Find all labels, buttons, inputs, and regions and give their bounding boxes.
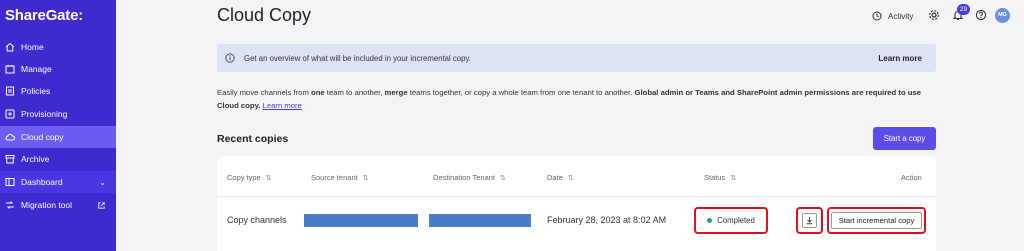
column-header-action: Action <box>901 173 922 182</box>
cloud-icon <box>5 133 15 141</box>
column-label: Date <box>547 173 563 182</box>
chevron-down-icon: ⌄ <box>99 177 106 187</box>
clock-icon <box>872 11 882 21</box>
sidebar-item-cloud-copy[interactable]: Cloud copy <box>0 126 116 148</box>
desc-text: Easily move channels from <box>217 88 311 97</box>
sort-icon: ⇅ <box>265 175 272 182</box>
sidebar-item-label: Dashboard <box>21 177 63 187</box>
start-incremental-copy-wrapper: Start incremental copy <box>827 207 926 234</box>
column-header-source-tenant[interactable]: Source tenant ⇅ <box>311 173 369 182</box>
sidebar-item-label: Provisioning <box>21 109 68 119</box>
sidebar-item-label: Migration tool <box>21 200 73 210</box>
status-label: Completed <box>717 216 755 225</box>
sidebar-item-label: Archive <box>21 154 50 164</box>
provisioning-icon <box>5 109 15 119</box>
sidebar-item-migration-tool[interactable]: Migration tool <box>0 194 116 216</box>
sidebar-item-home[interactable]: Home <box>0 36 116 58</box>
sidebar-item-dashboard[interactable]: Dashboard ⌄ <box>0 171 116 193</box>
cell-copy-type: Copy channels <box>227 215 287 225</box>
status-badge: Completed <box>694 207 768 234</box>
redacted-destination-tenant <box>429 214 531 227</box>
desc-bold: one <box>311 88 325 97</box>
sidebar-item-provisioning[interactable]: Provisioning <box>0 103 116 125</box>
sidebar-item-manage[interactable]: Manage <box>0 58 116 80</box>
sort-icon: ⇅ <box>500 175 506 182</box>
cell-date: February 28, 2023 at 8:02 AM <box>547 215 667 225</box>
sort-icon: ⇅ <box>362 175 369 182</box>
activity-label: Activity <box>888 11 914 21</box>
section-title: Recent copies <box>217 133 289 145</box>
column-label: Action <box>901 173 922 182</box>
column-label: Destination Tenant <box>433 173 495 182</box>
desc-text: team to another, <box>324 88 385 97</box>
help-icon[interactable] <box>975 9 987 21</box>
external-link-icon <box>98 201 105 209</box>
sidebar-item-label: Manage <box>21 64 52 74</box>
banner-learn-more-link[interactable]: Learn more <box>878 54 922 63</box>
column-header-status[interactable]: Status ⇅ <box>704 173 736 182</box>
divider <box>217 196 936 197</box>
info-banner: Get an overview of what will be included… <box>217 44 936 72</box>
activity-button[interactable]: Activity <box>872 8 913 24</box>
download-button-frame <box>802 213 817 228</box>
avatar[interactable]: MG <box>995 8 1010 23</box>
sort-icon: ⇅ <box>567 175 574 182</box>
column-header-date[interactable]: Date ⇅ <box>547 173 574 182</box>
start-incremental-copy-button[interactable]: Start incremental copy <box>831 212 922 229</box>
desc-text: teams together, or copy a whole team fro… <box>407 88 635 97</box>
download-button[interactable] <box>796 207 823 234</box>
banner-text: Get an overview of what will be included… <box>244 53 471 63</box>
sidebar-item-policies[interactable]: Policies <box>0 80 116 102</box>
page-description: Easily move channels from one team to an… <box>217 86 937 112</box>
status-dot-icon <box>707 218 713 223</box>
migration-icon <box>6 201 14 209</box>
sidebar: ShareGate: Home Manage Policies Provisio… <box>0 0 116 251</box>
column-label: Source tenant <box>311 173 358 182</box>
notification-badge: 29 <box>957 4 970 15</box>
sidebar-item-label: Policies <box>21 86 51 96</box>
sidebar-item-label: Cloud copy <box>21 132 64 142</box>
gear-icon[interactable] <box>928 9 940 21</box>
home-icon <box>5 42 15 52</box>
description-learn-more-link[interactable]: Learn more <box>263 101 302 110</box>
info-icon <box>225 53 235 63</box>
column-header-copy-type[interactable]: Copy type ⇅ <box>227 173 272 182</box>
start-copy-button[interactable]: Start a copy <box>873 127 936 150</box>
column-label: Status <box>704 173 726 182</box>
recent-copies-table <box>217 156 936 251</box>
sidebar-item-label: Home <box>21 42 44 52</box>
page-title: Cloud Copy <box>217 5 312 25</box>
column-header-destination-tenant[interactable]: Destination Tenant ⇅ <box>433 173 506 182</box>
dashboard-icon <box>5 178 15 186</box>
policies-icon <box>6 86 14 96</box>
desc-bold: merge <box>384 88 408 97</box>
app-logo[interactable]: ShareGate: <box>5 7 83 24</box>
column-label: Copy type <box>227 173 261 182</box>
sidebar-item-archive[interactable]: Archive <box>0 148 116 170</box>
archive-icon <box>5 155 15 164</box>
sort-icon: ⇅ <box>730 175 737 182</box>
redacted-source-tenant <box>304 214 418 227</box>
download-icon <box>806 216 813 225</box>
manage-icon <box>5 65 15 74</box>
